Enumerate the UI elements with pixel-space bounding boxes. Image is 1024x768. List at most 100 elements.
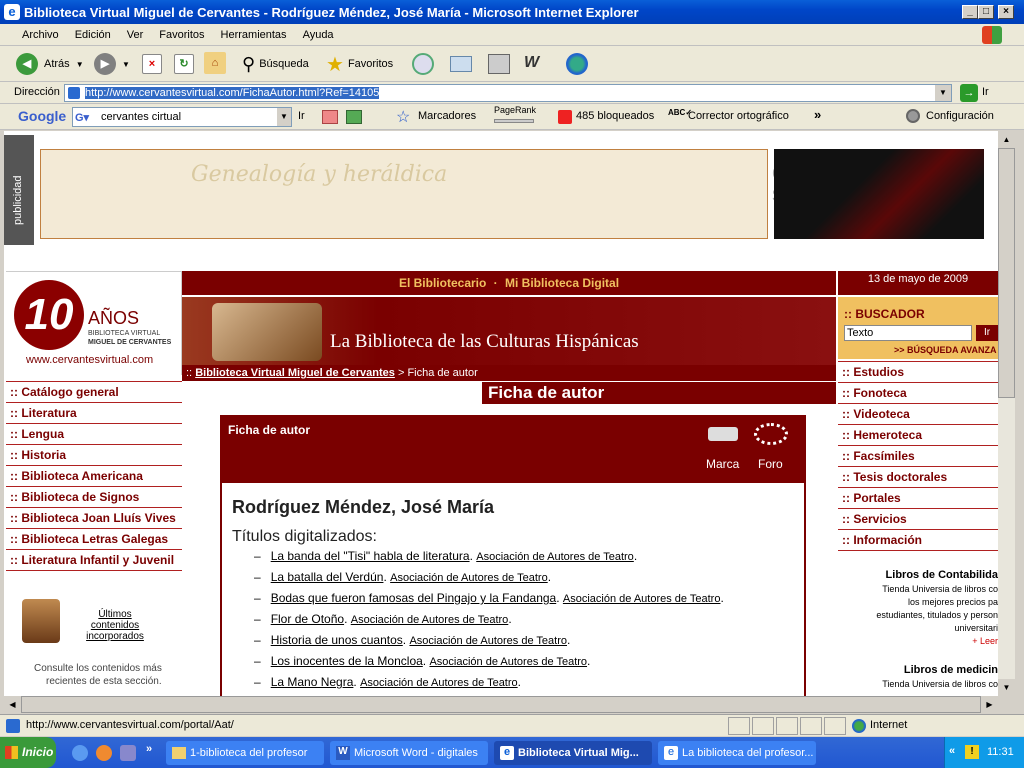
publisher-link[interactable]: Asociación de Autores de Teatro [360, 677, 518, 689]
nav-catalogo[interactable]: :: Catálogo general [6, 382, 182, 403]
start-button[interactable]: Inicio [0, 737, 56, 768]
back-button[interactable]: ◀ Atrás ▼ [16, 50, 84, 78]
publisher-link[interactable]: Asociación de Autores de Teatro [390, 572, 548, 584]
publisher-link[interactable]: Asociación de Autores de Teatro [476, 551, 634, 563]
scroll-up-button[interactable]: ▲ [998, 131, 1015, 148]
print-icon[interactable] [488, 54, 510, 74]
clock[interactable]: 11:31 [987, 746, 1014, 758]
tray-expand-icon[interactable]: « [949, 745, 955, 757]
nav-lengua[interactable]: :: Lengua [6, 424, 182, 445]
menu-ver[interactable]: Ver [119, 29, 152, 41]
task-ie-active[interactable]: e Biblioteca Virtual Mig... [494, 741, 652, 765]
word-edit-icon[interactable]: W [524, 54, 539, 72]
news-icon[interactable] [322, 110, 338, 124]
publisher-link[interactable]: Asociación de Autores de Teatro [563, 593, 721, 605]
breadcrumb-home[interactable]: Biblioteca Virtual Miguel de Cervantes [195, 367, 395, 379]
google-search-input[interactable]: G▾ cervantes cirtual ▼ [72, 107, 292, 127]
publisher-link[interactable]: Asociación de Autores de Teatro [409, 635, 567, 647]
home-icon[interactable]: ⌂ [204, 52, 226, 74]
menu-favoritos[interactable]: Favoritos [151, 29, 212, 41]
book-title-link[interactable]: Flor de Otoño [271, 612, 344, 626]
address-input[interactable]: http://www.cervantesvirtual.com/FichaAut… [64, 84, 952, 102]
query-dropdown-button[interactable]: ▼ [277, 108, 291, 126]
nav-letras-galegas[interactable]: :: Biblioteca Letras Galegas [6, 529, 182, 550]
ad-banner[interactable]: Genealogía y heráldica [40, 149, 768, 239]
favorites-button[interactable]: ★ Favoritos [326, 50, 393, 78]
blocked-count[interactable]: 485 bloqueados [576, 110, 654, 122]
marca-label[interactable]: Marca [706, 457, 739, 471]
task-word[interactable]: W Microsoft Word - digitales [330, 741, 488, 765]
book-title-link[interactable]: Historia de unos cuantos [271, 633, 403, 647]
nav-portales[interactable]: :: Portales [838, 488, 998, 509]
horizontal-scrollbar[interactable]: ◀ ▶ [4, 696, 998, 713]
nav-biblioteca-americana[interactable]: :: Biblioteca Americana [6, 466, 182, 487]
warning-icon[interactable]: ! [965, 745, 979, 759]
pagerank-label[interactable]: PageRank [494, 105, 536, 115]
quicklaunch-media-icon[interactable] [96, 745, 112, 761]
logo-block[interactable]: 10 AÑOS BIBLIOTECA VIRTUAL MIGUEL DE CER… [6, 271, 182, 375]
nav-joan-lluis-vives[interactable]: :: Biblioteca Joan Lluís Vives [6, 508, 182, 529]
menu-archivo[interactable]: Archivo [14, 29, 67, 41]
go-arrow-icon[interactable]: → [960, 84, 978, 102]
stop-icon[interactable]: × [142, 54, 162, 74]
refresh-icon[interactable]: ↻ [174, 54, 194, 74]
scroll-left-button[interactable]: ◀ [4, 696, 21, 713]
puzzle-icon[interactable] [346, 110, 362, 124]
menu-herramientas[interactable]: Herramientas [213, 29, 295, 41]
publisher-link[interactable]: Asociación de Autores de Teatro [429, 656, 587, 668]
nav-literatura[interactable]: :: Literatura [6, 403, 182, 424]
nav-tesis[interactable]: :: Tesis doctorales [838, 467, 998, 488]
nav-hemeroteca[interactable]: :: Hemeroteca [838, 425, 998, 446]
quicklaunch-outlook-icon[interactable] [120, 745, 136, 761]
task-folder[interactable]: 1-biblioteca del profesor [166, 741, 324, 765]
nav-biblioteca-signos[interactable]: :: Biblioteca de Signos [6, 487, 182, 508]
link-mi-biblioteca[interactable]: Mi Biblioteca Digital [505, 276, 619, 290]
dropdown-arrow-icon[interactable]: ▼ [76, 60, 84, 69]
nav-informacion[interactable]: :: Información [838, 530, 998, 551]
menu-edicion[interactable]: Edición [67, 29, 119, 41]
book-title-link[interactable]: La banda del "Tisi" habla de literatura [271, 549, 470, 563]
foro-label[interactable]: Foro [758, 457, 783, 471]
dropdown-arrow-icon[interactable]: ▼ [122, 60, 130, 69]
close-button[interactable]: × [998, 5, 1014, 19]
search-button[interactable]: ⚲ Búsqueda [242, 50, 309, 78]
minimize-button[interactable]: _ [962, 5, 978, 19]
scroll-thumb[interactable] [998, 148, 1015, 398]
mail-icon[interactable] [450, 56, 472, 72]
book-title-link[interactable]: La Mano Negra [271, 675, 354, 689]
messenger-icon[interactable] [566, 53, 588, 75]
settings-button[interactable]: Configuración [926, 110, 994, 122]
nav-infantil-juvenil[interactable]: :: Literatura Infantil y Juvenil [6, 550, 182, 571]
search-text-input[interactable]: Texto [844, 325, 972, 341]
google-go-button[interactable]: Ir [298, 110, 305, 122]
nav-facsimiles[interactable]: :: Facsímiles [838, 446, 998, 467]
maximize-button[interactable]: □ [978, 5, 994, 19]
menu-ayuda[interactable]: Ayuda [295, 29, 342, 41]
forward-button[interactable]: ▶ ▼ [94, 50, 130, 78]
bookmarks-button[interactable]: Marcadores [418, 110, 476, 122]
address-dropdown-button[interactable]: ▼ [935, 85, 951, 101]
book-title-link[interactable]: La batalla del Verdún [271, 570, 384, 584]
scroll-down-button[interactable]: ▼ [998, 679, 1015, 696]
nav-estudios[interactable]: :: Estudios [838, 362, 998, 383]
book-title-link[interactable]: Los inocentes de la Moncloa [271, 654, 423, 668]
hscroll-thumb[interactable] [21, 696, 981, 713]
bookmark-star-icon[interactable]: ☆ [396, 107, 410, 127]
google-logo[interactable]: Google [18, 108, 66, 124]
quicklaunch-ie-icon[interactable] [72, 745, 88, 761]
spellcheck-button[interactable]: Corrector ortográfico [688, 110, 789, 122]
quicklaunch-more-icon[interactable]: » [146, 743, 152, 755]
ad2-title[interactable]: Libros de medicin [838, 662, 998, 678]
ad1-more[interactable]: + Leer [838, 635, 998, 648]
window-title-bar[interactable]: e Biblioteca Virtual Miguel de Cervantes… [0, 0, 1024, 24]
logo-url[interactable]: www.cervantesvirtual.com [26, 354, 153, 366]
recent-link[interactable]: Últimos contenidos incorporados [80, 609, 150, 642]
publisher-link[interactable]: Asociación de Autores de Teatro [351, 614, 509, 626]
forum-people-icon[interactable] [754, 423, 788, 445]
scroll-right-button[interactable]: ▶ [981, 696, 998, 713]
nav-videoteca[interactable]: :: Videoteca [838, 404, 998, 425]
nav-historia[interactable]: :: Historia [6, 445, 182, 466]
go-button[interactable]: Ir [982, 86, 989, 98]
vertical-scrollbar[interactable]: ▲ ▼ [998, 131, 1015, 696]
history-icon[interactable] [412, 53, 434, 75]
